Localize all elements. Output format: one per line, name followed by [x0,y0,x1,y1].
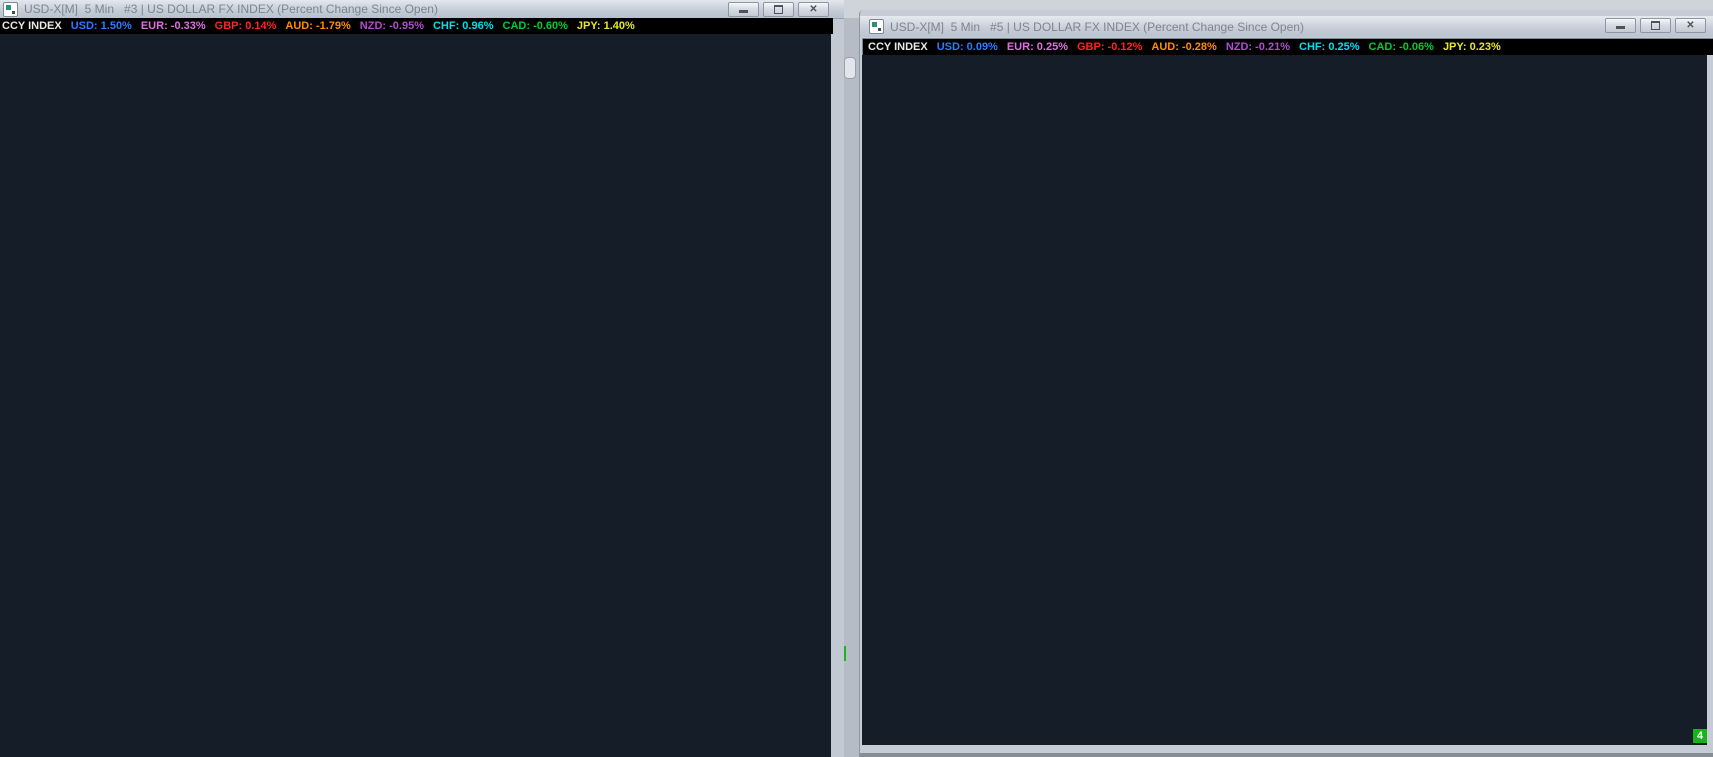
chart-window-icon [869,19,884,34]
legend-title: CCY INDEX [2,20,62,32]
legend-item-aud: AUD: -1.79% [285,20,351,32]
left-window-title: USD-X[M] 5 Min #3 | US DOLLAR FX INDEX (… [24,2,438,16]
minimize-button[interactable] [1605,18,1636,33]
left-chart-window: USD-X[M] 5 Min #3 | US DOLLAR FX INDEX (… [0,0,844,757]
right-legend-bar: CCY INDEX USD: 0.09% EUR: 0.25% GBP: -0.12%… [862,38,1713,55]
left-chart-canvas[interactable] [0,34,831,757]
chart-update-interval-indicator[interactable]: 4 [1693,729,1707,743]
minimize-icon [1616,26,1625,29]
legend-item-nzd: NZD: -0.21% [1225,41,1290,53]
legend-item-eur: EUR: 0.25% [1006,41,1068,53]
right-time-axis[interactable] [862,727,1707,745]
desktop: USD-X[M] 5 Min #3 | US DOLLAR FX INDEX (… [0,0,1713,757]
maximize-icon [774,5,783,14]
legend-item-aud: AUD: -0.28% [1151,41,1217,53]
right-window-titlebar[interactable]: USD-X[M] 5 Min #5 | US DOLLAR FX INDEX (… [860,16,1713,37]
maximize-button[interactable] [1640,18,1671,33]
right-window-title: USD-X[M] 5 Min #5 | US DOLLAR FX INDEX (… [890,19,1304,34]
left-window-titlebar[interactable]: USD-X[M] 5 Min #3 | US DOLLAR FX INDEX (… [0,0,844,19]
legend-item-gbp: GBP: -0.12% [1076,41,1143,53]
legend-item-usd: USD: 0.09% [936,41,998,53]
legend-item-jpy: JPY: 0.23% [1442,41,1501,53]
close-icon: ✕ [1686,20,1695,31]
legend-item-chf: CHF: 0.96% [432,20,494,32]
background-window-scale-strip [841,18,859,757]
chart-window-icon [3,1,18,17]
legend-title: CCY INDEX [868,41,928,53]
left-legend-bar: CCY INDEX USD: 1.50% EUR: -0.33% GBP: 0.14%… [0,18,833,34]
legend-item-jpy: JPY: 1.40% [576,20,635,32]
taskbar-sliver [860,753,1713,757]
legend-item-cad: CAD: -0.06% [1368,41,1434,53]
right-chart-window: USD-X[M] 5 Min #5 | US DOLLAR FX INDEX (… [859,10,1713,757]
legend-item-chf: CHF: 0.25% [1299,41,1360,53]
background-scrollbar-thumb[interactable] [844,57,856,79]
maximize-icon [1651,21,1660,30]
minimize-icon [739,10,748,13]
left-chart-area[interactable] [0,34,831,757]
legend-item-usd: USD: 1.50% [70,20,132,32]
legend-item-eur: EUR: -0.33% [140,20,206,32]
legend-item-nzd: NZD: -0.95% [359,20,424,32]
close-icon: ✕ [809,4,818,15]
close-button[interactable]: ✕ [1675,18,1706,33]
right-chart-area[interactable] [862,55,1707,727]
maximize-button[interactable] [763,2,794,17]
left-window-right-frame [831,0,844,757]
close-button[interactable]: ✕ [798,2,829,17]
minimize-button[interactable] [728,2,759,17]
legend-item-cad: CAD: -0.60% [502,20,568,32]
legend-item-gbp: GBP: 0.14% [214,20,277,32]
